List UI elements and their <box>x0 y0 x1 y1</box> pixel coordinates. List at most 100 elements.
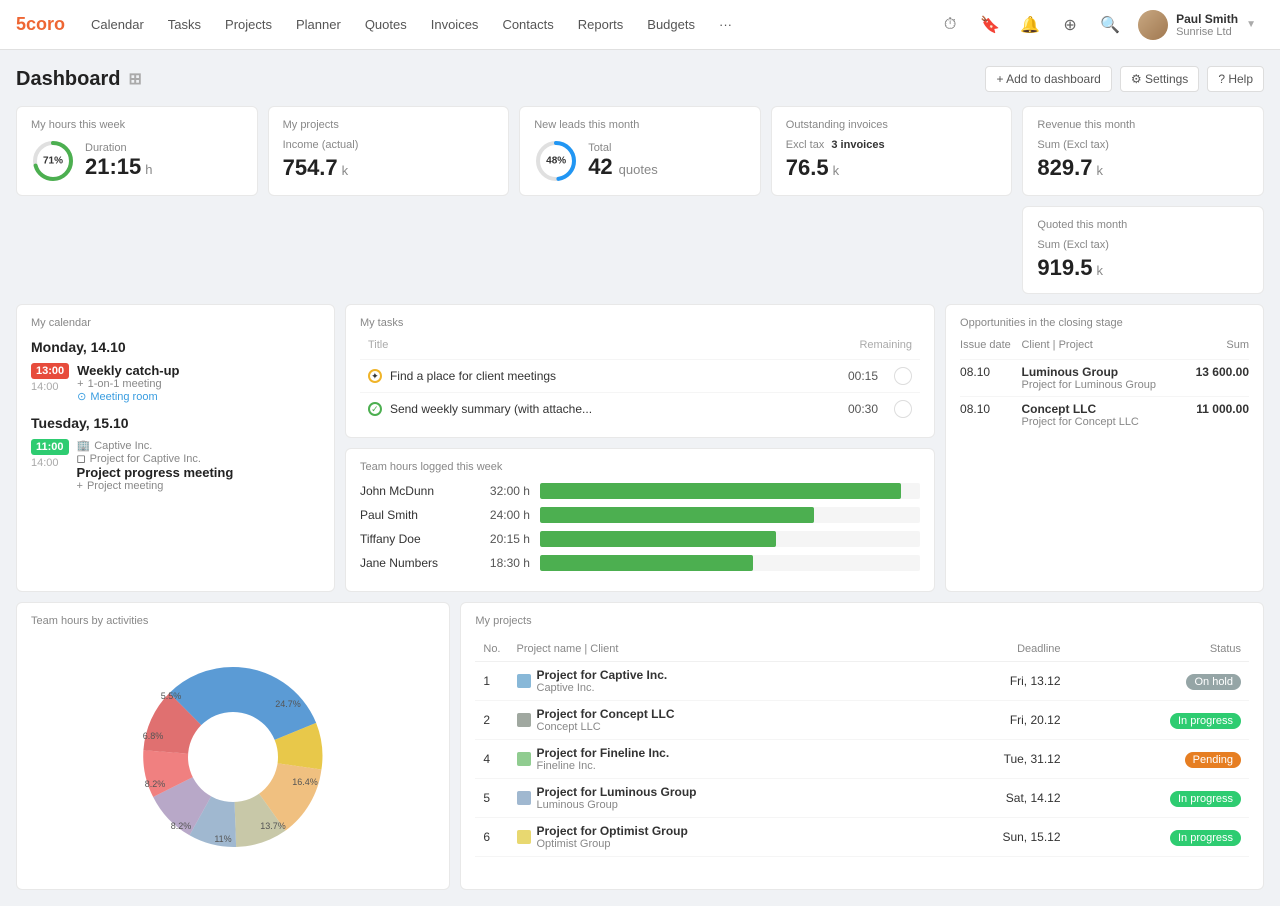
calendar-day-tuesday: Tuesday, 15.10 <box>31 415 320 431</box>
project-icon-2 <box>517 713 531 727</box>
timer-icon[interactable]: ⏱ <box>934 9 966 41</box>
svg-text:8.2%: 8.2% <box>145 779 166 789</box>
help-button[interactable]: ? Help <box>1207 66 1264 92</box>
nav-calendar[interactable]: Calendar <box>81 11 154 38</box>
dashboard-header: Dashboard ⊞ + Add to dashboard ⚙ Setting… <box>16 66 1264 92</box>
project-row-5[interactable]: 6 Project for Optimist Group Optimist Gr… <box>475 818 1249 857</box>
pie-chart: 24.7% 16.4% 13.7% 11% 8.2% 8.2% 6.8% 5.5… <box>31 637 435 877</box>
nav-more[interactable]: ··· <box>709 11 742 38</box>
project-icon-1 <box>517 674 531 688</box>
team-member-1: John McDunn 32:00 h <box>360 483 920 499</box>
nav-budgets[interactable]: Budgets <box>637 11 705 38</box>
user-name: Paul Smith <box>1176 12 1238 26</box>
bottom-row: Team hours by activities <box>16 602 1264 890</box>
logo[interactable]: 5coro <box>16 14 65 35</box>
opportunity-row-1[interactable]: 08.10 Luminous Group Project for Luminou… <box>960 360 1249 397</box>
project-icon-3 <box>517 752 531 766</box>
building-icon: 🏢 <box>77 439 91 452</box>
search-icon[interactable]: 🔍 <box>1094 9 1126 41</box>
team-hours-panel: Team hours logged this week John McDunn … <box>345 448 935 592</box>
calendar-event-1: 13:00 14:00 Weekly catch-up + 1-on-1 mee… <box>31 363 320 403</box>
project-row-1[interactable]: 1 Project for Captive Inc. Captive Inc. … <box>475 662 1249 701</box>
svg-text:24.7%: 24.7% <box>275 699 301 709</box>
user-company: Sunrise Ltd <box>1176 26 1238 38</box>
content-grid: My calendar Monday, 14.10 13:00 14:00 We… <box>16 304 1264 592</box>
plus-icon: + <box>77 480 83 492</box>
notifications-icon[interactable]: 🔔 <box>1014 9 1046 41</box>
top-navigation: 5coro Calendar Tasks Projects Planner Qu… <box>0 0 1280 50</box>
project-row-4[interactable]: 5 Project for Luminous Group Luminous Gr… <box>475 779 1249 818</box>
avatar <box>1138 10 1168 40</box>
status-badge-4: In progress <box>1170 791 1241 807</box>
project-icon: ◻ <box>77 452 86 465</box>
user-info: Paul Smith Sunrise Ltd <box>1176 12 1238 38</box>
settings-button[interactable]: ⚙ Settings <box>1120 66 1199 92</box>
stat-my-hours: My hours this week 71% Duration 21:15 h <box>16 106 258 196</box>
project-row-3[interactable]: 4 Project for Fineline Inc. Fineline Inc… <box>475 740 1249 779</box>
opportunities-panel: Opportunities in the closing stage Issue… <box>945 304 1264 592</box>
team-member-3: Tiffany Doe 20:15 h <box>360 531 920 547</box>
svg-text:8.2%: 8.2% <box>171 821 192 831</box>
nav-invoices[interactable]: Invoices <box>421 11 489 38</box>
bar-3 <box>540 531 920 547</box>
project-icon-5 <box>517 830 531 844</box>
bar-2 <box>540 507 920 523</box>
svg-text:6.8%: 6.8% <box>143 731 164 741</box>
svg-text:11%: 11% <box>215 834 232 844</box>
task-checkbox-1[interactable]: ✦ <box>368 369 382 383</box>
tasks-panel: My tasks Title Remaining ✦ Find a place … <box>345 304 935 438</box>
status-badge-3: Pending <box>1185 752 1241 768</box>
team-member-2: Paul Smith 24:00 h <box>360 507 920 523</box>
dashboard-actions: + Add to dashboard ⚙ Settings ? Help <box>985 66 1264 92</box>
nav-tasks[interactable]: Tasks <box>158 11 211 38</box>
hours-circle: 71% <box>31 139 75 183</box>
projects-panel: My projects No. Project name | Client De… <box>460 602 1264 890</box>
svg-text:16.4%: 16.4% <box>292 777 318 787</box>
stat-my-projects: My projects Income (actual) 754.7 k <box>268 106 510 196</box>
calendar-panel: My calendar Monday, 14.10 13:00 14:00 We… <box>16 304 335 592</box>
status-badge-1: On hold <box>1186 674 1241 690</box>
page-title: Dashboard ⊞ <box>16 68 142 91</box>
opportunity-row-2[interactable]: 08.10 Concept LLC Project for Concept LL… <box>960 397 1249 434</box>
stat-quoted: Quoted this month Sum (Excl tax) 919.5 k <box>1022 206 1264 294</box>
status-badge-2: In progress <box>1170 713 1241 729</box>
add-to-dashboard-button[interactable]: + Add to dashboard <box>985 66 1111 92</box>
opportunities-table: Issue date Client | Project Sum 08.10 Lu… <box>960 339 1249 433</box>
project-row-2[interactable]: 2 Project for Concept LLC Concept LLC Fr… <box>475 701 1249 740</box>
location-icon: ⊙ <box>77 390 86 403</box>
user-menu[interactable]: Paul Smith Sunrise Ltd ▼ <box>1130 6 1264 44</box>
project-icon-4 <box>517 791 531 805</box>
nav-contacts[interactable]: Contacts <box>492 11 563 38</box>
task-checkbox-2[interactable]: ✓ <box>368 402 382 416</box>
nav-projects[interactable]: Projects <box>215 11 282 38</box>
bar-4 <box>540 555 920 571</box>
team-member-4: Jane Numbers 18:30 h <box>360 555 920 571</box>
stat-revenue: Revenue this month Sum (Excl tax) 829.7 … <box>1022 106 1264 196</box>
stat-new-leads: New leads this month 48% Total 42 quotes <box>519 106 761 196</box>
svg-text:5.5%: 5.5% <box>161 691 182 701</box>
pie-chart-panel: Team hours by activities <box>16 602 450 890</box>
middle-column: My tasks Title Remaining ✦ Find a place … <box>345 304 935 592</box>
nav-icon-group: ⏱ 🔖 🔔 ⊕ 🔍 <box>934 9 1126 41</box>
stat-outstanding-invoices: Outstanding invoices Excl tax 3 invoices… <box>771 106 1013 196</box>
bookmark-icon[interactable]: 🔖 <box>974 9 1006 41</box>
status-badge-5: In progress <box>1170 830 1241 846</box>
svg-text:13.7%: 13.7% <box>260 821 286 831</box>
person-icon: + <box>77 378 83 390</box>
nav-quotes[interactable]: Quotes <box>355 11 417 38</box>
add-icon[interactable]: ⊕ <box>1054 9 1086 41</box>
task-action-2[interactable] <box>894 400 912 418</box>
calendar-event-2: 11:00 14:00 🏢 Captive Inc. ◻ Project for… <box>31 439 320 492</box>
nav-planner[interactable]: Planner <box>286 11 351 38</box>
main-content: Dashboard ⊞ + Add to dashboard ⚙ Setting… <box>0 50 1280 906</box>
bar-1 <box>540 483 920 499</box>
task-item-2[interactable]: ✓ Send weekly summary (with attache... 0… <box>360 392 920 425</box>
dashboard-icon: ⊞ <box>128 69 141 89</box>
pie-svg: 24.7% 16.4% 13.7% 11% 8.2% 8.2% 6.8% 5.5… <box>123 647 343 867</box>
task-item-1[interactable]: ✦ Find a place for client meetings 00:15 <box>360 359 920 392</box>
calendar-day-monday: Monday, 14.10 <box>31 339 320 355</box>
stats-row: My hours this week 71% Duration 21:15 h <box>16 106 1264 294</box>
task-action-1[interactable] <box>894 367 912 385</box>
leads-circle: 48% <box>534 139 578 183</box>
nav-reports[interactable]: Reports <box>568 11 634 38</box>
